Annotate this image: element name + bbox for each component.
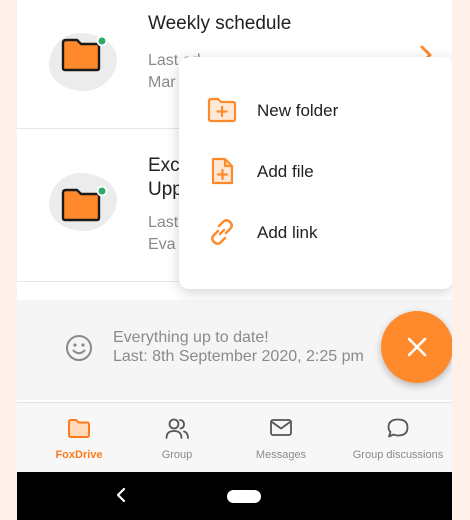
add-menu: New folder Add file Add link [179, 57, 452, 289]
menu-item-label: Add link [257, 223, 318, 242]
item-title-line1: Exc [148, 155, 180, 176]
menu-item-label: Add file [257, 162, 314, 181]
item-meta-owner: Mar [148, 74, 176, 91]
item-meta-edited: Last [148, 214, 179, 231]
nav-item-messages[interactable]: Messages [239, 403, 323, 473]
folder-icon [61, 35, 108, 72]
bottom-nav: FoxDrive Group Messages Group discussion… [17, 402, 452, 472]
sync-status-line1: Everything up to date! [113, 329, 269, 346]
sync-status-text: Everything up to date! Last: 8th Septemb… [113, 328, 364, 366]
mail-icon [270, 419, 292, 436]
back-chevron-icon[interactable] [115, 486, 127, 504]
nav-label: Messages [255, 449, 307, 461]
nav-label: Group discussions [352, 449, 444, 461]
item-title: Weekly schedule [148, 13, 292, 34]
menu-item-label: New folder [257, 101, 339, 120]
folder-icon [61, 185, 108, 222]
menu-item-new-folder[interactable]: New folder [179, 81, 452, 141]
add-file-icon [211, 157, 234, 185]
folder-icon [68, 419, 90, 438]
nav-item-group-discussions[interactable]: Group discussions [343, 403, 452, 473]
system-nav-bar [17, 472, 452, 520]
app-screen: Weekly schedule Last edited: 20.08.2020 … [17, 0, 452, 520]
link-icon [211, 219, 233, 245]
new-folder-icon [207, 97, 237, 123]
sync-status-line2: Last: 8th September 2020, 2:25 pm [113, 348, 364, 365]
close-fab-button[interactable] [381, 311, 452, 383]
nav-label: FoxDrive [55, 449, 103, 461]
nav-item-foxdrive[interactable]: FoxDrive [37, 403, 121, 473]
menu-item-add-link[interactable]: Add link [179, 203, 452, 263]
item-meta-owner: Eva [148, 236, 176, 253]
group-icon [165, 418, 189, 439]
chat-bubble-icon [387, 418, 409, 438]
smiley-icon [66, 335, 92, 361]
home-pill-icon[interactable] [227, 490, 261, 503]
menu-item-add-file[interactable]: Add file [179, 142, 452, 202]
item-title-line2: Upp [148, 179, 183, 200]
close-icon [407, 337, 427, 357]
nav-label: Group [161, 449, 193, 461]
nav-item-group[interactable]: Group [135, 403, 219, 473]
